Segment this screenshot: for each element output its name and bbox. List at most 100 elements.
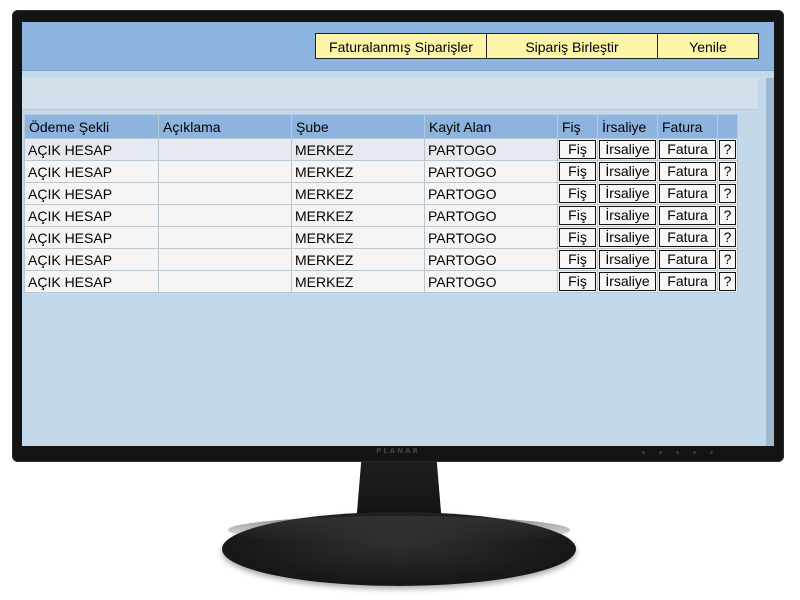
- help-button[interactable]: ?: [719, 228, 736, 247]
- cell-description: [158, 182, 292, 205]
- invoice-button[interactable]: Fatura: [659, 272, 716, 291]
- table-row[interactable]: AÇIK HESAP MERKEZ PARTOGO Fiş İrsaliye F…: [24, 182, 738, 205]
- waybill-button[interactable]: İrsaliye: [599, 228, 656, 247]
- help-button[interactable]: ?: [719, 206, 736, 225]
- cell-recorded-by: PARTOGO: [424, 182, 558, 205]
- table-row[interactable]: AÇIK HESAP MERKEZ PARTOGO Fiş İrsaliye F…: [24, 160, 738, 183]
- monitor-brand-logo: PLANAR: [376, 447, 420, 455]
- help-button[interactable]: ?: [719, 140, 736, 159]
- cell-invoice: Fatura: [657, 160, 718, 183]
- cell-payment-method: AÇIK HESAP: [24, 160, 159, 183]
- orders-table: Ödeme Şekli Açıklama Şube Kayit Alan Fiş…: [24, 114, 738, 293]
- invoiced-orders-button[interactable]: Faturalanmış Siparişler: [315, 33, 487, 59]
- waybill-button[interactable]: İrsaliye: [599, 250, 656, 269]
- cell-description: [158, 248, 292, 271]
- cell-receipt: Fiş: [557, 160, 598, 183]
- cell-recorded-by: PARTOGO: [424, 204, 558, 227]
- cell-help: ?: [717, 226, 738, 249]
- cell-description: [158, 204, 292, 227]
- cell-waybill: İrsaliye: [597, 270, 658, 293]
- table-row[interactable]: AÇIK HESAP MERKEZ PARTOGO Fiş İrsaliye F…: [24, 248, 738, 271]
- cell-help: ?: [717, 138, 738, 161]
- cell-help: ?: [717, 248, 738, 271]
- cell-branch: MERKEZ: [291, 248, 425, 271]
- receipt-button[interactable]: Fiş: [559, 228, 596, 247]
- table-row[interactable]: AÇIK HESAP MERKEZ PARTOGO Fiş İrsaliye F…: [24, 138, 738, 161]
- cell-payment-method: AÇIK HESAP: [24, 248, 159, 271]
- help-button[interactable]: ?: [719, 272, 736, 291]
- column-header-payment-method[interactable]: Ödeme Şekli: [24, 114, 159, 139]
- cell-invoice: Fatura: [657, 248, 718, 271]
- monitor-control-buttons: [642, 451, 732, 457]
- waybill-button[interactable]: İrsaliye: [599, 272, 656, 291]
- cell-branch: MERKEZ: [291, 226, 425, 249]
- column-header-help: [717, 114, 738, 139]
- column-header-receipt[interactable]: Fiş: [557, 114, 598, 139]
- table-row[interactable]: AÇIK HESAP MERKEZ PARTOGO Fiş İrsaliye F…: [24, 270, 738, 293]
- invoice-button[interactable]: Fatura: [659, 228, 716, 247]
- cell-waybill: İrsaliye: [597, 226, 658, 249]
- invoice-button[interactable]: Fatura: [659, 206, 716, 225]
- cell-branch: MERKEZ: [291, 138, 425, 161]
- monitor-control-dot: [676, 451, 679, 454]
- cell-payment-method: AÇIK HESAP: [24, 226, 159, 249]
- cell-recorded-by: PARTOGO: [424, 160, 558, 183]
- cell-description: [158, 160, 292, 183]
- column-header-branch[interactable]: Şube: [291, 114, 425, 139]
- cell-payment-method: AÇIK HESAP: [24, 182, 159, 205]
- merge-orders-button[interactable]: Sipariş Birleştir: [486, 33, 658, 59]
- cell-help: ?: [717, 270, 738, 293]
- panel-header-strip: [22, 79, 758, 110]
- column-header-waybill[interactable]: İrsaliye: [597, 114, 658, 139]
- help-button[interactable]: ?: [719, 162, 736, 181]
- cell-branch: MERKEZ: [291, 160, 425, 183]
- help-button[interactable]: ?: [719, 250, 736, 269]
- cell-waybill: İrsaliye: [597, 160, 658, 183]
- waybill-button[interactable]: İrsaliye: [599, 206, 656, 225]
- monitor-stand-highlight: [228, 516, 570, 544]
- cell-invoice: Fatura: [657, 226, 718, 249]
- invoice-button[interactable]: Fatura: [659, 140, 716, 159]
- cell-invoice: Fatura: [657, 204, 718, 227]
- table-row[interactable]: AÇIK HESAP MERKEZ PARTOGO Fiş İrsaliye F…: [24, 204, 738, 227]
- receipt-button[interactable]: Fiş: [559, 140, 596, 159]
- receipt-button[interactable]: Fiş: [559, 162, 596, 181]
- cell-branch: MERKEZ: [291, 182, 425, 205]
- panel-scroll-edge: [766, 78, 774, 446]
- table-row[interactable]: AÇIK HESAP MERKEZ PARTOGO Fiş İrsaliye F…: [24, 226, 738, 249]
- cell-recorded-by: PARTOGO: [424, 226, 558, 249]
- monitor-screen: Faturalanmış Siparişler Sipariş Birleşti…: [22, 22, 774, 446]
- cell-invoice: Fatura: [657, 182, 718, 205]
- cell-recorded-by: PARTOGO: [424, 138, 558, 161]
- help-button[interactable]: ?: [719, 184, 736, 203]
- column-header-recorded-by[interactable]: Kayit Alan: [424, 114, 558, 139]
- cell-description: [158, 270, 292, 293]
- monitor-control-dot: [710, 451, 713, 454]
- receipt-button[interactable]: Fiş: [559, 272, 596, 291]
- cell-receipt: Fiş: [557, 138, 598, 161]
- invoice-button[interactable]: Fatura: [659, 162, 716, 181]
- cell-waybill: İrsaliye: [597, 248, 658, 271]
- column-header-description[interactable]: Açıklama: [158, 114, 292, 139]
- cell-receipt: Fiş: [557, 248, 598, 271]
- table-header-row: Ödeme Şekli Açıklama Şube Kayit Alan Fiş…: [24, 114, 738, 139]
- cell-waybill: İrsaliye: [597, 182, 658, 205]
- monitor-control-dot: [659, 451, 662, 454]
- cell-receipt: Fiş: [557, 226, 598, 249]
- cell-receipt: Fiş: [557, 270, 598, 293]
- receipt-button[interactable]: Fiş: [559, 250, 596, 269]
- receipt-button[interactable]: Fiş: [559, 184, 596, 203]
- waybill-button[interactable]: İrsaliye: [599, 140, 656, 159]
- cell-waybill: İrsaliye: [597, 204, 658, 227]
- invoice-button[interactable]: Fatura: [659, 250, 716, 269]
- waybill-button[interactable]: İrsaliye: [599, 184, 656, 203]
- cell-description: [158, 226, 292, 249]
- column-header-invoice[interactable]: Fatura: [657, 114, 718, 139]
- cell-recorded-by: PARTOGO: [424, 248, 558, 271]
- invoice-button[interactable]: Fatura: [659, 184, 716, 203]
- cell-payment-method: AÇIK HESAP: [24, 204, 159, 227]
- refresh-button[interactable]: Yenile: [657, 33, 759, 59]
- top-toolbar: Faturalanmış Siparişler Sipariş Birleşti…: [22, 22, 774, 71]
- receipt-button[interactable]: Fiş: [559, 206, 596, 225]
- waybill-button[interactable]: İrsaliye: [599, 162, 656, 181]
